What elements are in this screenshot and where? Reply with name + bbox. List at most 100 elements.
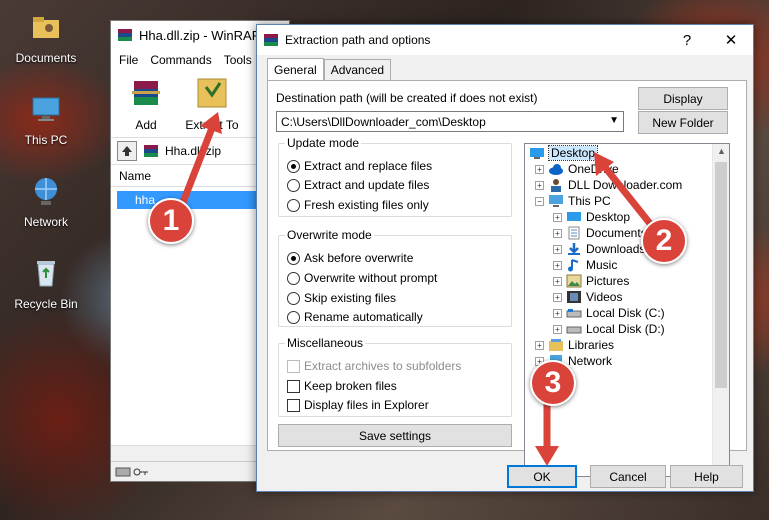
tree-item-dlldownloader[interactable]: + DLL Downloader.com [535,177,682,193]
expand-icon[interactable]: + [535,164,544,174]
tree-item-local-disk-c[interactable]: + Local Disk (C:) [553,305,665,321]
desktop-folder-icon [567,212,581,221]
display-button[interactable]: Display [638,87,728,110]
desktop-folder-icon [530,148,544,159]
radio-icon[interactable] [287,310,300,324]
radio-fresh-existing[interactable]: Fresh existing files only [287,197,429,213]
radio-label: Overwrite without prompt [304,271,438,285]
scroll-thumb[interactable] [715,162,727,388]
recycle-bin-icon [37,261,55,287]
help-icon[interactable]: ? [665,25,709,55]
general-tab-panel: Destination path (will be created if doe… [267,80,747,477]
computer-icon [32,97,60,121]
scroll-up-icon[interactable]: ▲ [717,146,726,156]
tab-advanced[interactable]: Advanced [323,59,392,80]
desktop-icon-recycle-bin[interactable]: Recycle Bin [6,256,86,311]
tree-item-downloads[interactable]: + Downloads [553,241,645,257]
dialog-titlebar[interactable]: Extraction path and options ? ✕ [257,25,753,55]
expand-icon[interactable]: + [553,212,562,222]
expand-icon[interactable]: + [535,180,544,190]
extract-to-button[interactable]: Extract To [183,75,241,133]
tree-item-label: Local Disk (D:) [586,322,665,336]
help-button[interactable]: Help [670,465,743,488]
new-folder-button[interactable]: New Folder [638,111,728,134]
winrar-icon [118,29,132,41]
add-button[interactable]: Add [119,75,173,133]
radio-icon[interactable] [287,178,300,192]
radio-overwrite-without-prompt[interactable]: Overwrite without prompt [287,270,437,286]
tree-item-libraries[interactable]: + Libraries [535,337,614,353]
expand-icon[interactable]: + [553,292,562,302]
hard-drive-icon [566,309,582,318]
menu-tools[interactable]: Tools [224,53,252,67]
radio-skip-existing[interactable]: Skip existing files [287,290,396,306]
desktop-icon-documents[interactable]: Documents [6,10,86,65]
tree-item-desktop[interactable]: Desktop [529,145,599,161]
tree-item-label: Pictures [586,274,630,288]
radio-selected-icon[interactable] [287,159,300,173]
radio-extract-replace[interactable]: Extract and replace files [287,158,432,174]
save-settings-button[interactable]: Save settings [278,424,512,447]
tree-item-label: Desktop [586,210,631,224]
expand-icon[interactable]: + [553,308,562,318]
radio-icon[interactable] [287,198,300,212]
checkbox-display-in-explorer[interactable]: Display files in Explorer [287,397,429,413]
tree-item-label: DLL Downloader.com [568,178,683,192]
tree-item-label: Local Disk (C:) [586,306,665,320]
tree-item-pc-desktop[interactable]: + Desktop [553,209,630,225]
ok-button[interactable]: OK [507,465,577,488]
destination-path-combobox[interactable]: C:\Users\DllDownloader_com\Desktop ▼ [276,111,624,132]
address-path[interactable]: Hha.dll.zip [165,144,221,158]
expand-icon[interactable]: + [553,324,562,334]
tree-item-onedrive[interactable]: + OneDrive [535,161,619,177]
tree-item-pictures[interactable]: + Pictures [553,273,629,289]
computer-icon [549,195,563,207]
tree-vertical-scrollbar[interactable]: ▲ ▼ [712,144,729,476]
tree-item-label: Network [568,354,613,368]
radio-ask-before-overwrite[interactable]: Ask before overwrite [287,250,413,266]
tree-item-music[interactable]: + Music [553,257,617,273]
miscellaneous-group: Miscellaneous Extract archives to subfol… [278,336,512,417]
tree-item-this-pc[interactable]: − This PC [535,193,611,209]
collapse-icon[interactable]: − [535,196,544,206]
checkbox-label: Keep broken files [304,379,397,393]
destination-path-label: Destination path (will be created if doe… [276,91,538,105]
cancel-button[interactable]: Cancel [590,465,666,488]
desktop-icon-network[interactable]: Network [6,174,86,229]
tree-item-label: Music [586,258,618,272]
documents-icon [568,226,580,240]
tree-item-videos[interactable]: + Videos [553,289,622,305]
up-folder-button[interactable] [117,141,137,161]
radio-rename-automatically[interactable]: Rename automatically [287,309,423,325]
folder-tree[interactable]: Desktop + OneDrive + DLL Downloader.com … [524,143,730,477]
tree-item-documents[interactable]: + Documents [553,225,647,241]
expand-icon[interactable]: + [553,276,562,286]
radio-extract-update[interactable]: Extract and update files [287,177,429,193]
tree-item-local-disk-d[interactable]: + Local Disk (D:) [553,321,665,337]
checkbox-label: Display files in Explorer [304,398,429,412]
expand-icon[interactable]: + [553,260,562,270]
expand-icon[interactable]: + [535,340,544,350]
close-icon[interactable]: ✕ [709,25,753,55]
menu-file[interactable]: File [119,53,138,67]
checkbox-icon[interactable] [287,398,300,412]
checkbox-keep-broken-files[interactable]: Keep broken files [287,378,397,394]
chevron-down-icon[interactable]: ▼ [609,115,619,126]
tree-item-label: Libraries [568,338,615,352]
radio-icon[interactable] [287,271,300,285]
menu-commands[interactable]: Commands [150,53,211,67]
tab-bar: General Advanced [267,58,392,80]
extract-to-icon [197,78,227,108]
folder-user-icon [33,17,59,38]
tree-item-label: This PC [568,194,611,208]
desktop-icon-this-pc[interactable]: This PC [6,92,86,147]
update-mode-title: Update mode [285,136,362,150]
tree-item-label: Downloads [586,242,646,256]
expand-icon[interactable]: + [553,228,562,238]
radio-icon[interactable] [287,291,300,305]
checkbox-icon[interactable] [287,379,300,393]
expand-icon[interactable]: + [553,244,562,254]
desktop-icon-label: Network [23,215,68,229]
radio-selected-icon[interactable] [287,251,300,265]
tab-general[interactable]: General [267,58,324,80]
